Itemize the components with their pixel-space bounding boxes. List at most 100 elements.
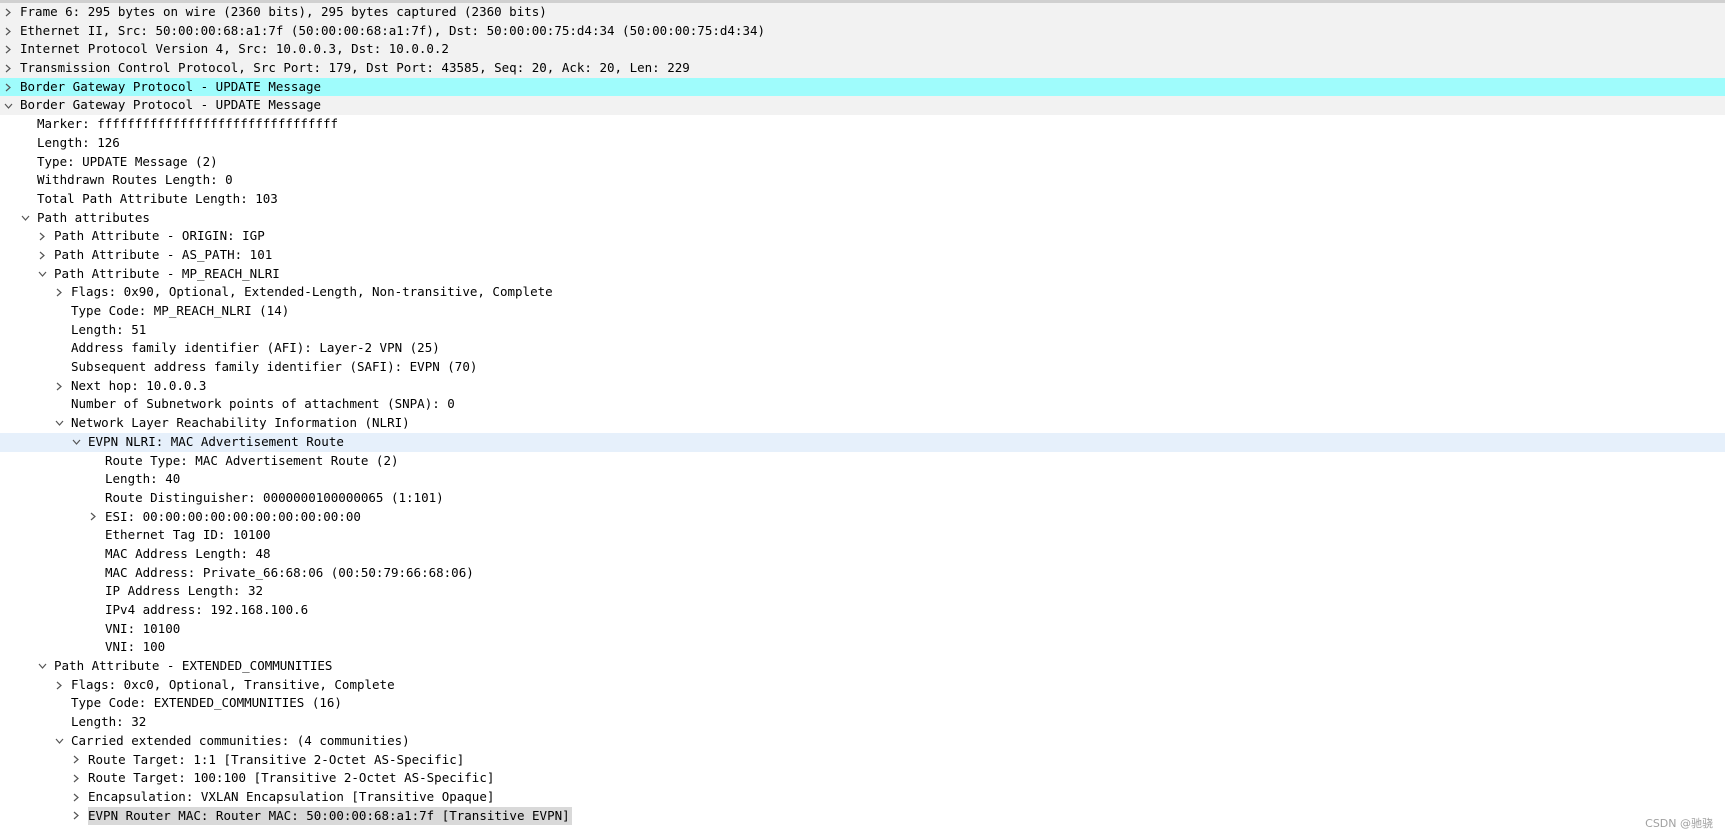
chevron-down-icon[interactable] (53, 732, 65, 751)
tree-row[interactable]: Frame 6: 295 bytes on wire (2360 bits), … (0, 3, 1725, 22)
tree-row-label: Carried extended communities: (4 communi… (71, 732, 410, 748)
chevron-right-icon[interactable] (87, 508, 99, 527)
tree-row-label: Ethernet Tag ID: 10100 (105, 527, 271, 543)
tree-row[interactable]: Subsequent address family identifier (SA… (0, 358, 1725, 377)
tree-row[interactable]: Type Code: MP_REACH_NLRI (14) (0, 302, 1725, 321)
tree-row[interactable]: Next hop: 10.0.0.3 (0, 377, 1725, 396)
tree-row-label: VNI: 10100 (105, 620, 181, 636)
tree-row[interactable]: Path Attribute - MP_REACH_NLRI (0, 265, 1725, 284)
tree-row-label: Length: 126 (37, 134, 120, 150)
tree-row[interactable]: Carried extended communities: (4 communi… (0, 732, 1725, 751)
chevron-right-icon[interactable] (36, 246, 48, 265)
tree-row-label: Type Code: MP_REACH_NLRI (14) (71, 303, 290, 318)
tree-row-label: Address family identifier (AFI): Layer-2… (71, 340, 440, 356)
tree-row-label: Withdrawn Routes Length: 0 (37, 172, 233, 188)
chevron-right-icon[interactable] (2, 78, 14, 97)
tree-row[interactable]: Path attributes (0, 209, 1725, 228)
tree-row[interactable]: EVPN NLRI: MAC Advertisement Route (0, 432, 1725, 452)
tree-row[interactable]: Marker: ffffffffffffffffffffffffffffffff (0, 115, 1725, 134)
chevron-down-icon[interactable] (2, 96, 14, 115)
tree-row[interactable]: Route Distinguisher: 0000000100000065 (1… (0, 489, 1725, 508)
tree-row[interactable]: Route Type: MAC Advertisement Route (2) (0, 452, 1725, 471)
tree-row-label: Path attributes (37, 209, 150, 225)
tree-row-label: Network Layer Reachability Information (… (71, 415, 410, 431)
tree-row-label: IP Address Length: 32 (105, 583, 264, 599)
tree-row-label: Type: UPDATE Message (2) (37, 153, 218, 169)
tree-row[interactable]: Address family identifier (AFI): Layer-2… (0, 339, 1725, 358)
tree-row[interactable]: Ethernet II, Src: 50:00:00:68:a1:7f (50:… (0, 21, 1725, 41)
tree-row[interactable]: Border Gateway Protocol - UPDATE Message (0, 77, 1725, 97)
tree-row-label: Subsequent address family identifier (SA… (71, 359, 478, 375)
tree-row-label: EVPN NLRI: MAC Advertisement Route (88, 433, 344, 449)
tree-row-label: Route Target: 100:100 [Transitive 2-Octe… (88, 770, 495, 786)
tree-row[interactable]: Path Attribute - EXTENDED_COMMUNITIES (0, 657, 1725, 676)
tree-row-label: VNI: 100 (105, 639, 166, 655)
tree-row[interactable]: IPv4 address: 192.168.100.6 (0, 601, 1725, 620)
tree-row-label: Marker: ffffffffffffffffffffffffffffffff (37, 116, 339, 132)
chevron-right-icon[interactable] (36, 227, 48, 246)
tree-row[interactable]: Type Code: EXTENDED_COMMUNITIES (16) (0, 694, 1725, 713)
chevron-right-icon[interactable] (53, 377, 65, 396)
chevron-down-icon[interactable] (19, 209, 31, 228)
tree-row-label: Border Gateway Protocol - UPDATE Message (20, 78, 322, 94)
tree-row[interactable]: Length: 32 (0, 713, 1725, 732)
tree-row[interactable]: Encapsulation: VXLAN Encapsulation [Tran… (0, 788, 1725, 807)
tree-row[interactable]: Border Gateway Protocol - UPDATE Message (0, 96, 1725, 116)
chevron-right-icon[interactable] (70, 788, 82, 807)
tree-row[interactable]: Route Target: 100:100 [Transitive 2-Octe… (0, 769, 1725, 788)
tree-row[interactable]: MAC Address: Private_66:68:06 (00:50:79:… (0, 564, 1725, 583)
tree-row[interactable]: VNI: 10100 (0, 620, 1725, 639)
tree-row-label: Internet Protocol Version 4, Src: 10.0.0… (20, 41, 449, 57)
tree-row[interactable]: Length: 126 (0, 134, 1725, 153)
watermark: CSDN @驰骁 (1645, 817, 1713, 830)
tree-row-label: Type Code: EXTENDED_COMMUNITIES (16) (71, 695, 342, 711)
chevron-right-icon[interactable] (70, 751, 82, 770)
tree-row-label: Path Attribute - EXTENDED_COMMUNITIES (54, 658, 333, 674)
tree-row-label: Path Attribute - MP_REACH_NLRI (54, 265, 280, 281)
tree-row[interactable]: Route Target: 1:1 [Transitive 2-Octet AS… (0, 751, 1725, 770)
tree-row[interactable]: Transmission Control Protocol, Src Port:… (0, 59, 1725, 78)
tree-row[interactable]: MAC Address Length: 48 (0, 545, 1725, 564)
tree-row[interactable]: Withdrawn Routes Length: 0 (0, 171, 1725, 190)
tree-row[interactable]: Path Attribute - ORIGIN: IGP (0, 227, 1725, 246)
tree-row[interactable]: ESI: 00:00:00:00:00:00:00:00:00:00 (0, 508, 1725, 527)
chevron-down-icon[interactable] (70, 433, 82, 452)
chevron-right-icon[interactable] (53, 676, 65, 695)
tree-row-label: MAC Address Length: 48 (105, 545, 271, 561)
tree-row-label: Route Type: MAC Advertisement Route (2) (105, 452, 399, 468)
tree-row[interactable]: Type: UPDATE Message (2) (0, 153, 1725, 172)
tree-row[interactable]: Flags: 0xc0, Optional, Transitive, Compl… (0, 676, 1725, 695)
chevron-down-icon[interactable] (36, 657, 48, 676)
chevron-right-icon[interactable] (2, 59, 14, 78)
packet-details-tree[interactable]: Frame 6: 295 bytes on wire (2360 bits), … (0, 3, 1725, 826)
tree-row-label: Next hop: 10.0.0.3 (71, 377, 207, 393)
tree-row[interactable]: Total Path Attribute Length: 103 (0, 190, 1725, 209)
chevron-down-icon[interactable] (36, 265, 48, 284)
tree-row-label: Path Attribute - ORIGIN: IGP (54, 228, 265, 244)
tree-row-label: Route Target: 1:1 [Transitive 2-Octet AS… (88, 751, 465, 767)
chevron-right-icon[interactable] (53, 283, 65, 302)
chevron-right-icon[interactable] (2, 22, 14, 41)
tree-row-label: MAC Address: Private_66:68:06 (00:50:79:… (105, 564, 474, 580)
chevron-right-icon[interactable] (2, 40, 14, 59)
chevron-right-icon[interactable] (70, 807, 82, 826)
chevron-right-icon[interactable] (2, 3, 14, 22)
chevron-down-icon[interactable] (53, 414, 65, 433)
tree-row-label: Flags: 0x90, Optional, Extended-Length, … (71, 284, 553, 300)
tree-row[interactable]: Network Layer Reachability Information (… (0, 414, 1725, 433)
tree-row[interactable]: VNI: 100 (0, 638, 1725, 657)
tree-row[interactable]: Length: 51 (0, 321, 1725, 340)
chevron-right-icon[interactable] (70, 769, 82, 788)
tree-row[interactable]: EVPN Router MAC: Router MAC: 50:00:00:68… (0, 806, 1725, 826)
tree-row-label: Route Distinguisher: 0000000100000065 (1… (105, 489, 444, 505)
tree-row[interactable]: Flags: 0x90, Optional, Extended-Length, … (0, 283, 1725, 302)
tree-row[interactable]: Internet Protocol Version 4, Src: 10.0.0… (0, 40, 1725, 60)
tree-row[interactable]: IP Address Length: 32 (0, 582, 1725, 601)
tree-row-label: Encapsulation: VXLAN Encapsulation [Tran… (88, 788, 495, 804)
tree-row[interactable]: Ethernet Tag ID: 10100 (0, 526, 1725, 545)
tree-row[interactable]: Path Attribute - AS_PATH: 101 (0, 246, 1725, 265)
tree-row[interactable]: Length: 40 (0, 470, 1725, 489)
tree-row[interactable]: Number of Subnetwork points of attachmen… (0, 395, 1725, 414)
tree-row-label: EVPN Router MAC: Router MAC: 50:00:00:68… (88, 806, 572, 826)
tree-row-label: ESI: 00:00:00:00:00:00:00:00:00:00 (105, 508, 361, 524)
